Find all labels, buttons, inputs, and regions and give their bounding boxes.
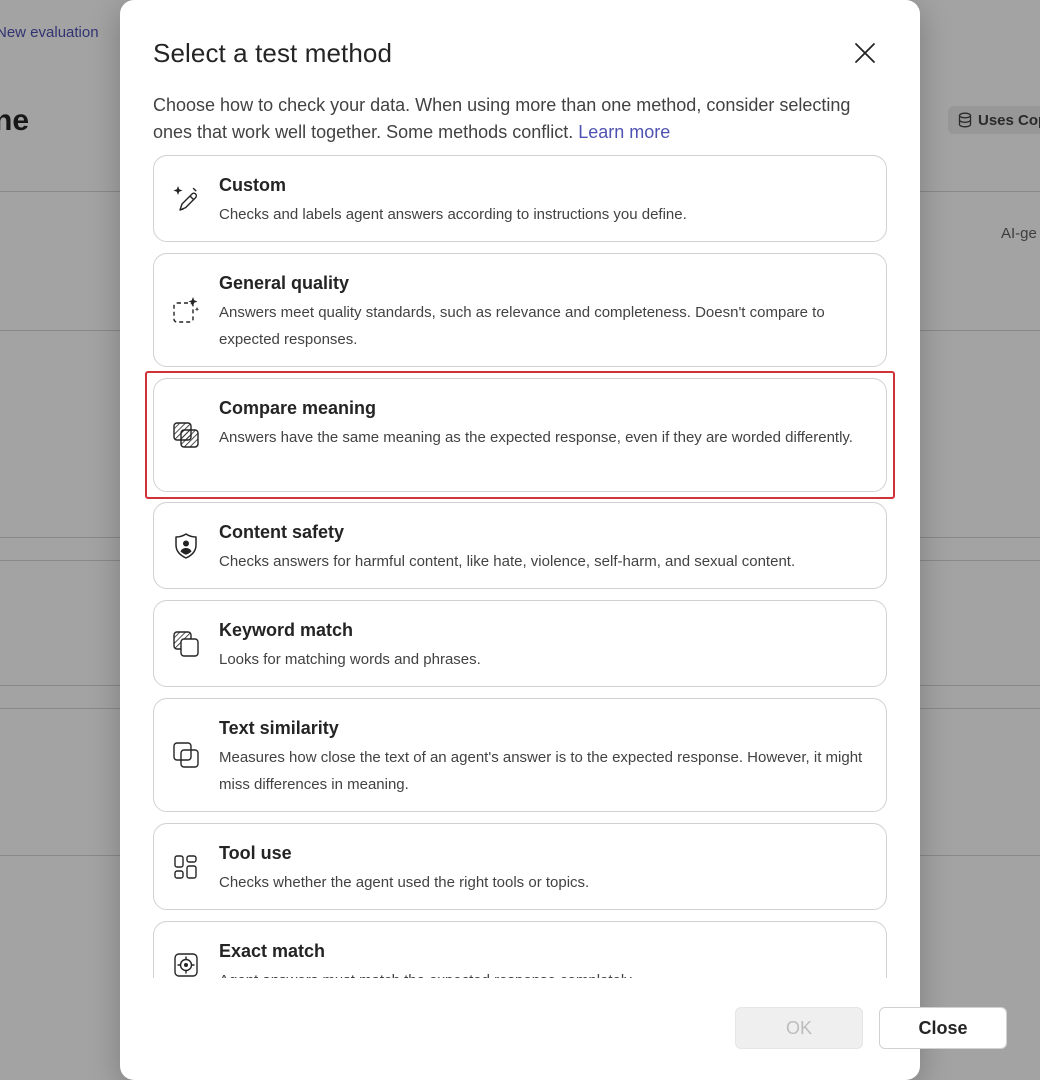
learn-more-link[interactable]: Learn more bbox=[578, 122, 670, 142]
compare-meaning-icon bbox=[171, 420, 201, 450]
method-description: Checks and labels agent answers accordin… bbox=[219, 206, 687, 223]
method-name: Exact match bbox=[219, 941, 326, 961]
method-name: Compare meaning bbox=[219, 398, 377, 418]
method-description: Agent answers must match the expected re… bbox=[219, 968, 869, 978]
method-name: Tool use bbox=[219, 843, 292, 863]
method-description: Measures how close the text of an agent'… bbox=[219, 749, 863, 793]
content-safety-shield-icon bbox=[171, 531, 201, 561]
method-description: Looks for matching words and phrases. bbox=[219, 651, 481, 668]
method-card-compare-meaning[interactable]: Compare meaning Answers have the same me… bbox=[153, 378, 887, 492]
method-card-content-safety[interactable]: Content safety Checks answers for harmfu… bbox=[153, 502, 887, 589]
general-quality-sparkle-icon bbox=[171, 295, 201, 325]
method-name: Content safety bbox=[219, 522, 345, 542]
method-card-keyword-match[interactable]: Keyword match Looks for matching words a… bbox=[153, 600, 887, 687]
method-description: Checks answers for harmful content, like… bbox=[219, 553, 796, 570]
ok-button[interactable]: OK bbox=[735, 1007, 863, 1049]
method-name: Text similarity bbox=[219, 718, 339, 738]
method-list[interactable]: Custom Checks and labels agent answers a… bbox=[153, 155, 887, 978]
keyword-match-icon bbox=[171, 629, 201, 659]
select-test-method-dialog: Select a test method Choose how to check… bbox=[120, 0, 1007, 1080]
method-description: Answers meet quality standards, such as … bbox=[219, 304, 825, 348]
close-dialog-button[interactable] bbox=[850, 38, 880, 68]
dialog-description-text: Choose how to check your data. When usin… bbox=[153, 95, 851, 142]
close-icon bbox=[855, 43, 875, 63]
method-name: General quality bbox=[219, 273, 350, 293]
custom-sparkle-pen-icon bbox=[171, 184, 201, 214]
dialog-title: Select a test method bbox=[153, 38, 393, 68]
method-card-general-quality[interactable]: General quality Answers meet quality sta… bbox=[153, 253, 887, 367]
method-card-exact-match[interactable]: Exact match Agent answers must match the… bbox=[153, 921, 887, 978]
text-similarity-icon bbox=[171, 740, 201, 770]
dialog-description: Choose how to check your data. When usin… bbox=[153, 92, 893, 146]
method-card-text-similarity[interactable]: Text similarity Measures how close the t… bbox=[153, 698, 887, 812]
method-card-custom[interactable]: Custom Checks and labels agent answers a… bbox=[153, 155, 887, 242]
method-card-tool-use[interactable]: Tool use Checks whether the agent used t… bbox=[153, 823, 887, 910]
close-button[interactable]: Close bbox=[879, 1007, 1007, 1049]
exact-match-target-icon bbox=[171, 950, 201, 978]
method-description: Answers have the same meaning as the exp… bbox=[219, 429, 853, 446]
method-name: Keyword match bbox=[219, 620, 354, 640]
method-name: Custom bbox=[219, 175, 286, 195]
method-description: Checks whether the agent used the right … bbox=[219, 874, 590, 891]
tool-use-icon bbox=[171, 852, 201, 882]
